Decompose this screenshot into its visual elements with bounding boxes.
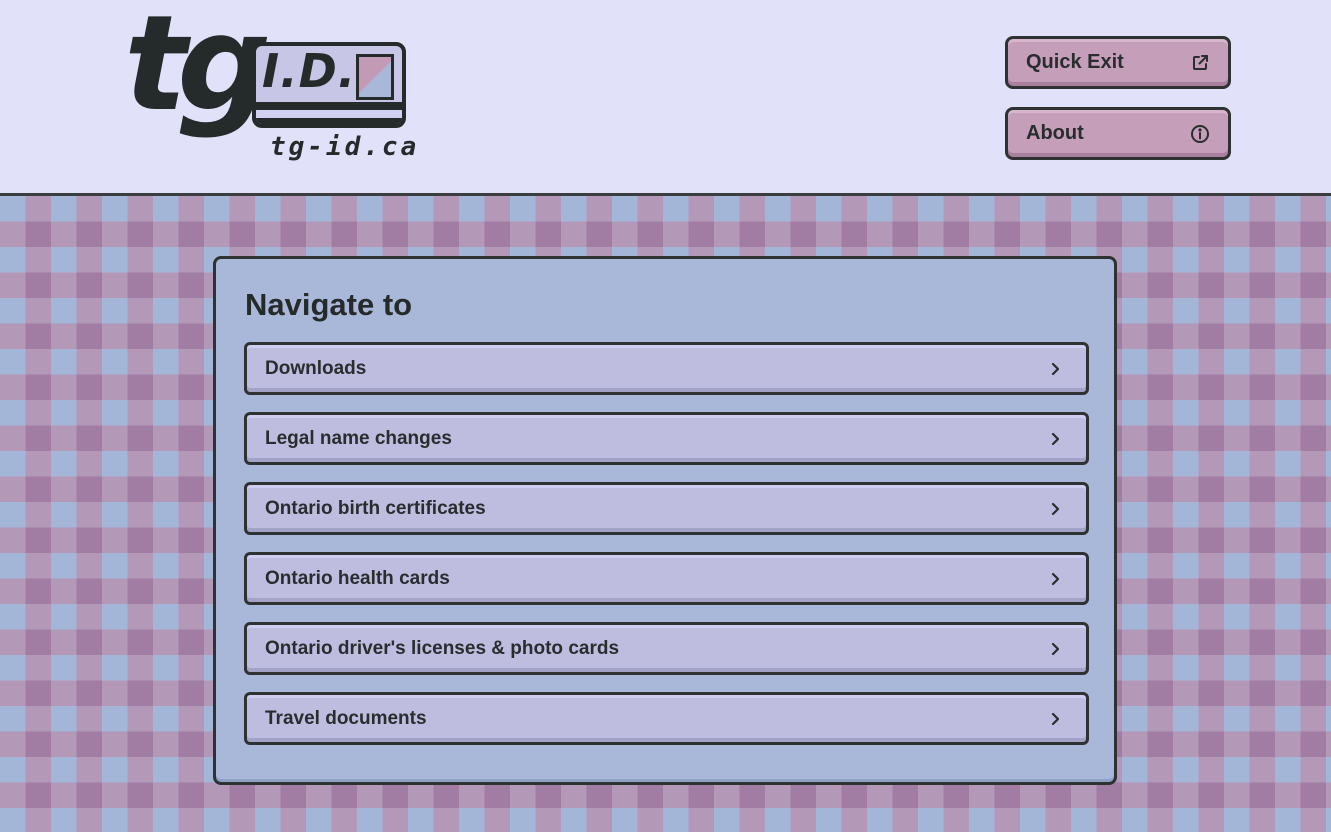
nav-item-downloads[interactable]: Downloads xyxy=(244,342,1089,395)
logo-wordmark: tg xyxy=(124,0,272,141)
about-label: About xyxy=(1026,122,1084,144)
nav-item-health-cards[interactable]: Ontario health cards xyxy=(244,552,1089,605)
logo-id-card: I.D. xyxy=(252,42,406,128)
nav-item-label: Travel documents xyxy=(265,707,427,729)
nav-item-drivers-licenses[interactable]: Ontario driver's licenses & photo cards xyxy=(244,622,1089,675)
quick-exit-button[interactable]: Quick Exit xyxy=(1005,36,1231,89)
chevron-right-icon xyxy=(1048,572,1062,586)
quick-exit-label: Quick Exit xyxy=(1026,51,1124,73)
nav-item-label: Legal name changes xyxy=(265,427,452,449)
site-header: tg I.D. tg-id.ca Quick Exit About xyxy=(0,0,1331,196)
logo-domain: tg-id.ca xyxy=(270,132,420,162)
navigation-panel: Navigate to Downloads Legal name changes… xyxy=(213,256,1117,785)
navigation-title: Navigate to xyxy=(245,287,413,322)
page: tg I.D. tg-id.ca Quick Exit About Naviga… xyxy=(0,0,1331,832)
logo-card-text: I.D. xyxy=(262,44,357,98)
site-logo[interactable]: tg I.D. tg-id.ca xyxy=(120,0,420,175)
nav-item-travel-documents[interactable]: Travel documents xyxy=(244,692,1089,745)
info-icon xyxy=(1190,124,1210,144)
nav-item-label: Downloads xyxy=(265,357,367,379)
nav-item-birth-certificates[interactable]: Ontario birth certificates xyxy=(244,482,1089,535)
chevron-right-icon xyxy=(1048,712,1062,726)
logo-card-stripe-highlight xyxy=(256,110,402,118)
nav-item-label: Ontario health cards xyxy=(265,567,450,589)
about-button[interactable]: About xyxy=(1005,107,1231,160)
nav-item-label: Ontario birth certificates xyxy=(265,497,486,519)
external-link-icon xyxy=(1190,53,1210,73)
nav-item-label: Ontario driver's licenses & photo cards xyxy=(265,637,620,659)
chevron-right-icon xyxy=(1048,362,1062,376)
chevron-right-icon xyxy=(1048,432,1062,446)
navigation-list: Downloads Legal name changes Ontario bir… xyxy=(244,342,1089,762)
chevron-right-icon xyxy=(1048,642,1062,656)
logo-card-photo xyxy=(356,54,394,100)
chevron-right-icon xyxy=(1048,502,1062,516)
nav-item-legal-name-changes[interactable]: Legal name changes xyxy=(244,412,1089,465)
